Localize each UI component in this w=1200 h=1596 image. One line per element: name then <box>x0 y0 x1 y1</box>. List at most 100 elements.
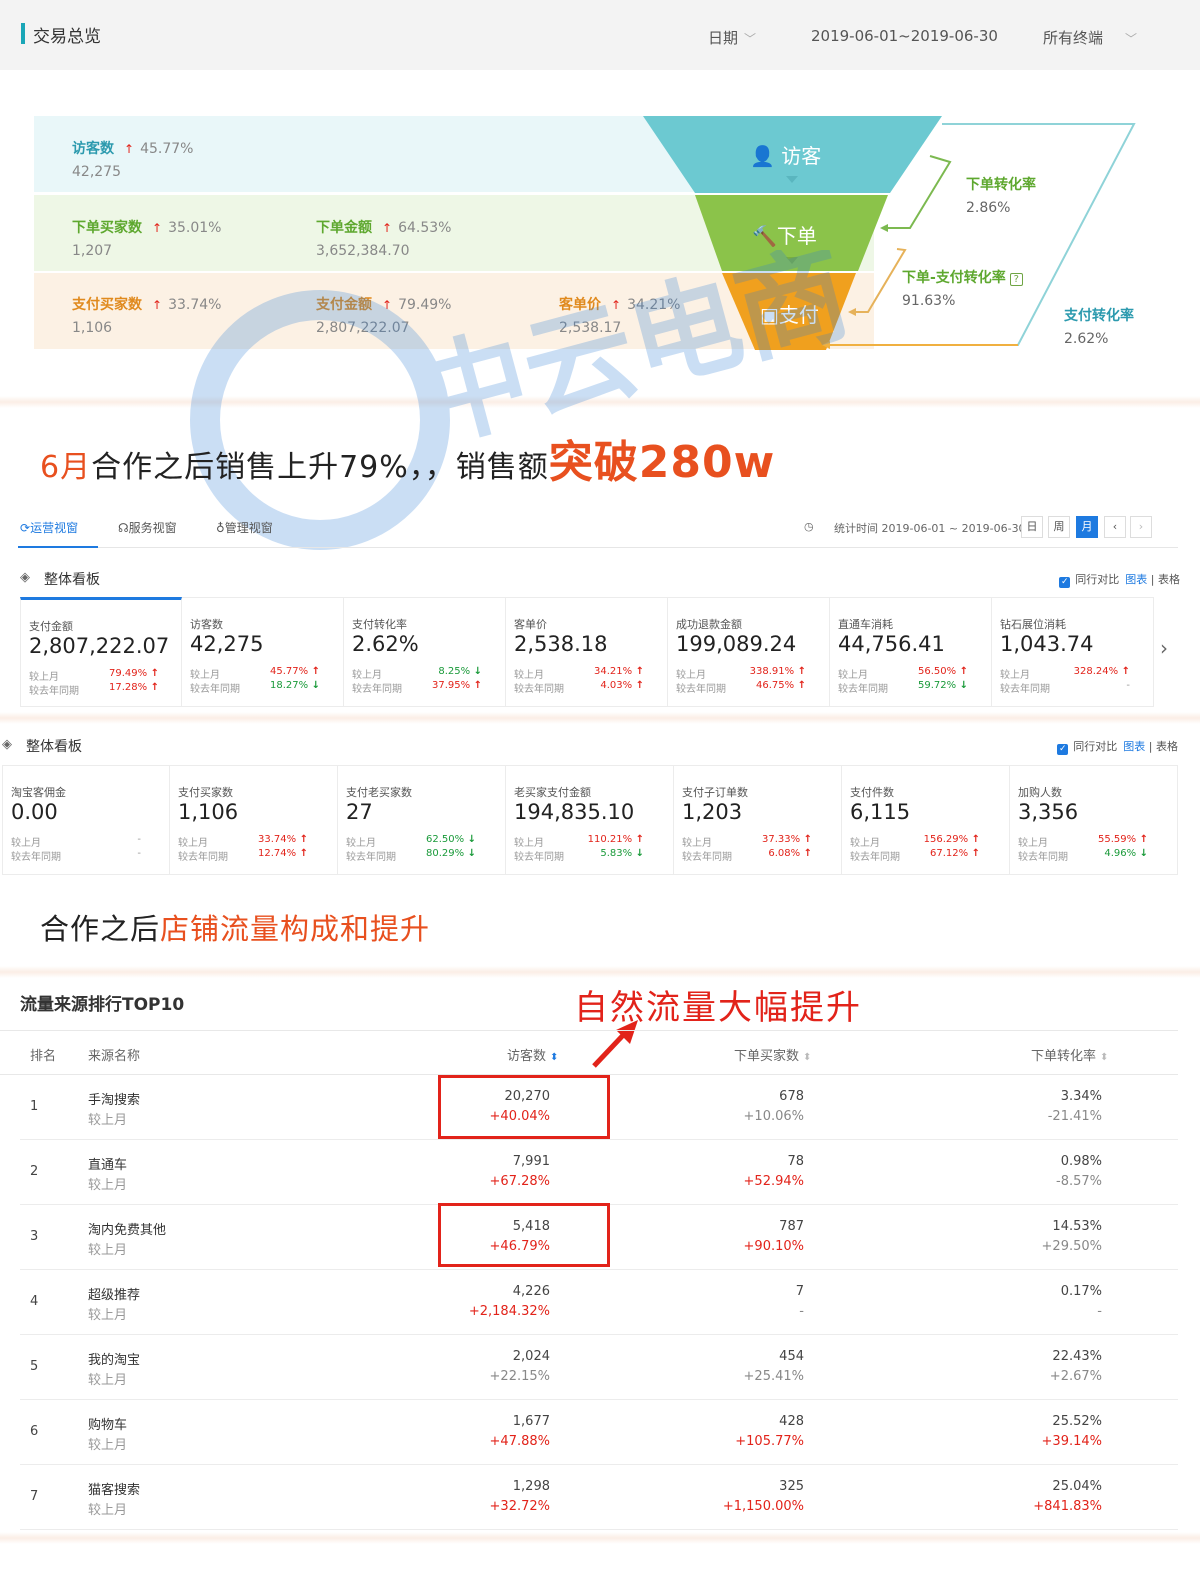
compare-label: 较去年同期 <box>676 684 726 695</box>
arrow-up-icon: ↑ <box>382 221 393 235</box>
table-row[interactable]: 7 猫客搜索 较上月 1,298 +32.72% 325 +1,150.00% 25.04% +… <box>20 1465 1178 1530</box>
compare-value: 62.50% <box>425 834 465 845</box>
cell-change: +32.72% <box>489 1499 550 1514</box>
compare-value: 156.29% <box>923 834 969 845</box>
terminal-dropdown[interactable]: 所有终端 ﹀ <box>1043 27 1137 48</box>
compare-value: 6.08% <box>768 848 801 859</box>
th-buyers[interactable]: 下单买家数 ⬍ <box>734 1045 811 1064</box>
card-compare-row: 较去年同期 67.12% ↑ <box>850 848 990 863</box>
terminal-dropdown-label: 所有终端 <box>1043 29 1104 47</box>
compare-label: 较去年同期 <box>850 852 900 863</box>
arrow-up-icon: ↑ <box>470 680 482 691</box>
table-row[interactable]: 4 超级推荐 较上月 4,226 +2,184.32% 7 - 0.17% - <box>20 1270 1178 1335</box>
cell-value: 454 <box>779 1349 804 1364</box>
row-compare-label: 较上月 <box>88 1373 128 1388</box>
chart-view-link[interactable]: 图表 <box>1125 573 1147 586</box>
tab-service[interactable]: ☊服务视窗 <box>118 519 177 536</box>
metric-card[interactable]: 支付老买家数 27 较上月 62.50% ↓ 较去年同期 80.29% ↓ <box>338 765 506 875</box>
cell-change: +1,150.00% <box>722 1499 804 1514</box>
th-conversion[interactable]: 下单转化率 ⬍ <box>1031 1045 1108 1064</box>
compare-pct: 56.50% ↑ <box>918 666 968 677</box>
period-week-button[interactable]: 周 <box>1048 516 1070 538</box>
card-compare-row: 较上月 34.21% ↑ <box>514 666 654 681</box>
metric-card[interactable]: 直通车消耗 44,756.41 较上月 56.50% ↑ 较去年同期 59.72% ↓ <box>830 597 992 707</box>
compare-value: 5.83% <box>600 848 633 859</box>
th-visitors[interactable]: 访客数 ⬍ <box>507 1045 558 1064</box>
table-row[interactable]: 2 直通车 较上月 7,991 +67.28% 78 +52.94% 0.98% -8.57% <box>20 1140 1178 1205</box>
prev-period-button[interactable]: ‹ <box>1104 516 1126 538</box>
board2-title: 整体看板 <box>26 739 82 755</box>
row-source-name: 直通车 <box>88 1158 128 1173</box>
arrow-up-icon: ↑ <box>124 142 135 156</box>
table-view-link[interactable]: 表格 <box>1156 740 1178 753</box>
card-compare-row: 较去年同期 4.03% ↑ <box>514 680 654 695</box>
compare-pct: 45.77% ↑ <box>270 666 320 677</box>
board2-header: ◈ 整体看板 ✓ 同行对比 图表 | 表格 <box>2 730 1178 760</box>
funnel-row-orders: 下单买家数 ↑ 35.01% 1,207 下单金额 ↑ 64.53% 3,652,384… <box>34 195 874 271</box>
compare-pct: 37.95% ↑ <box>432 680 482 691</box>
metric-card[interactable]: 支付买家数 1,106 较上月 33.74% ↑ 较去年同期 12.74% ↑ <box>170 765 338 875</box>
tab-management[interactable]: ♁管理视窗 <box>216 519 273 536</box>
arrow-up-icon: ↑ <box>152 221 163 235</box>
compare-value: 4.96% <box>1104 848 1137 859</box>
cell-value: 0.98% <box>1060 1154 1102 1169</box>
funnel-label-pay: ▣支付 <box>760 303 819 327</box>
period-day-button[interactable]: 日 <box>1021 516 1043 538</box>
card-value: 44,756.41 <box>838 632 945 656</box>
chart-view-link[interactable]: 图表 <box>1123 740 1145 753</box>
table-view-link[interactable]: 表格 <box>1158 573 1180 586</box>
period-month-button[interactable]: 月 <box>1076 516 1098 538</box>
metric-card[interactable]: 支付转化率 2.62% 较上月 8.25% ↓ 较去年同期 37.95% ↑ <box>344 597 506 707</box>
arrow-up-icon: ↑ <box>794 680 806 691</box>
tab-active-indicator <box>18 546 98 548</box>
row-rank: 4 <box>30 1294 39 1309</box>
rate-value: 2.86% <box>966 200 1011 216</box>
date-dropdown[interactable]: 日期 ﹀ <box>708 27 756 48</box>
metric-card[interactable]: 钻石展位消耗 1,043.74 较上月 328.24% ↑ 较去年同期 - <box>992 597 1154 707</box>
checkbox-icon[interactable]: ✓ <box>1057 744 1069 755</box>
card-label: 支付转化率 <box>352 618 407 631</box>
checkbox-icon[interactable]: ✓ <box>1059 577 1071 588</box>
metric-value: 1,207 <box>72 243 113 259</box>
arrow-up-icon: ↑ <box>794 666 806 677</box>
help-icon[interactable]: ? <box>1009 273 1023 286</box>
compare-label: 较去年同期 <box>514 684 564 695</box>
compare-pct: - <box>1126 680 1130 691</box>
compare-label: 较去年同期 <box>514 852 564 863</box>
card-compare-row: 较去年同期 - <box>11 848 151 863</box>
section-separator <box>0 396 1200 408</box>
date-range[interactable]: 2019-06-01~2019-06-30 <box>811 27 998 45</box>
arrow-up-icon: ↑ <box>1118 666 1130 677</box>
metric-card[interactable]: 支付件数 6,115 较上月 156.29% ↑ 较去年同期 67.12% ↑ <box>842 765 1010 875</box>
table-row[interactable]: 6 购物车 较上月 1,677 +47.88% 428 +105.77% 25.52% +39.… <box>20 1400 1178 1465</box>
card-label: 老买家支付金额 <box>514 786 591 799</box>
metric-card[interactable]: 客单价 2,538.18 较上月 34.21% ↑ 较去年同期 4.03% ↑ <box>506 597 668 707</box>
card-compare-row: 较去年同期 4.96% ↓ <box>1018 848 1158 863</box>
card-compare-row: 较上月 37.33% ↑ <box>682 834 822 849</box>
compare-value: 37.95% <box>431 680 471 691</box>
metric-label: 支付金额 <box>316 297 372 313</box>
card-label: 支付买家数 <box>178 786 233 799</box>
table-row[interactable]: 5 我的淘宝 较上月 2,024 +22.15% 454 +25.41% 22.43% +2.6… <box>20 1335 1178 1400</box>
cell-value: 25.52% <box>1052 1414 1102 1429</box>
compare-value: - <box>137 834 141 845</box>
tab-operations[interactable]: ⟳运营视窗 <box>20 519 78 536</box>
chevron-right-icon[interactable]: › <box>1160 636 1168 660</box>
metric-pct: 35.01% <box>168 220 222 236</box>
cell-value: 7,991 <box>512 1154 550 1169</box>
traffic-table-title: 流量来源排行TOP10 <box>20 995 185 1015</box>
sort-icon: ⬍ <box>1100 1052 1109 1063</box>
section-separator <box>0 966 1200 978</box>
row-rank: 5 <box>30 1359 39 1374</box>
next-period-button[interactable]: › <box>1130 516 1152 538</box>
metric-card[interactable]: 老买家支付金额 194,835.10 较上月 110.21% ↑ 较去年同期 5.83% … <box>506 765 674 875</box>
metric-card[interactable]: 支付子订单数 1,203 较上月 37.33% ↑ 较去年同期 6.08% ↑ <box>674 765 842 875</box>
rate-value: 91.63% <box>902 293 956 309</box>
metric-card[interactable]: 访客数 42,275 较上月 45.77% ↑ 较去年同期 18.27% ↓ <box>182 597 344 707</box>
metric-card[interactable]: 加购人数 3,356 较上月 55.59% ↑ 较去年同期 4.96% ↓ <box>1010 765 1178 875</box>
metric-card[interactable]: 成功退款金额 199,089.24 较上月 338.91% ↑ 较去年同期 46.75% … <box>668 597 830 707</box>
row-compare-label: 较上月 <box>88 1308 128 1323</box>
metric-card[interactable]: 支付金额 2,807,222.07 较上月 79.49% ↑ 较去年同期 17.28% ↑ <box>20 597 182 707</box>
metric-card[interactable]: 淘宝客佣金 0.00 较上月 - 较去年同期 - <box>2 765 170 875</box>
compare-value: 55.59% <box>1097 834 1137 845</box>
